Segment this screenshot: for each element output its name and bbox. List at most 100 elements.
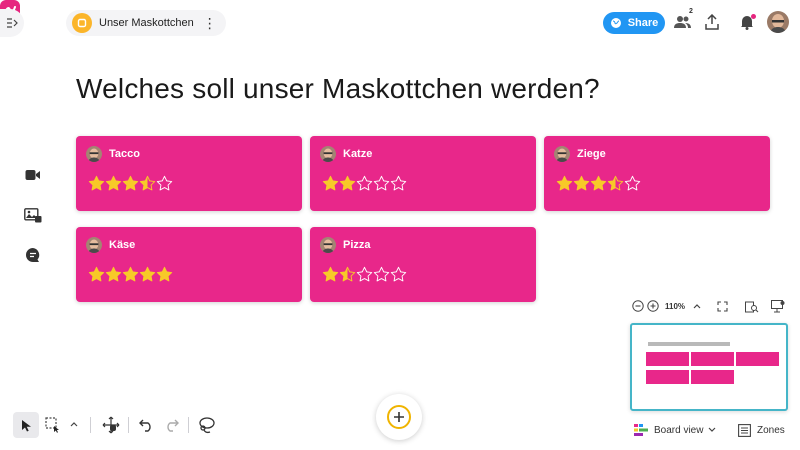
toolbar-divider (90, 417, 91, 433)
select-options-toggle[interactable] (69, 419, 79, 429)
zoom-in-button[interactable] (647, 300, 659, 312)
chevron-up-icon (693, 304, 701, 309)
present-icon (771, 300, 785, 313)
users-icon (674, 16, 691, 28)
star-icon[interactable] (122, 266, 139, 283)
star-icon[interactable] (373, 175, 390, 192)
undo-button[interactable] (137, 416, 155, 434)
area-select-button[interactable] (44, 416, 62, 434)
collaborators-count: 2 (689, 8, 693, 15)
star-icon[interactable] (322, 175, 339, 192)
card-avatar (86, 237, 102, 253)
star-icon[interactable] (88, 266, 105, 283)
star-icon[interactable] (339, 266, 356, 283)
fit-screen-button[interactable] (716, 300, 728, 312)
minimap-card (691, 352, 734, 366)
search-icon (745, 301, 759, 313)
video-button[interactable] (22, 164, 44, 186)
minimap[interactable] (630, 323, 788, 411)
star-icon[interactable] (139, 266, 156, 283)
star-rating[interactable] (556, 175, 641, 192)
chevron-down-icon (708, 427, 716, 432)
star-rating[interactable] (322, 266, 407, 283)
star-icon[interactable] (373, 266, 390, 283)
present-button[interactable] (771, 300, 785, 313)
zoom-in-icon (647, 300, 659, 312)
star-icon[interactable] (105, 175, 122, 192)
vote-card-katze[interactable]: Katze (310, 136, 536, 211)
star-icon[interactable] (590, 175, 607, 192)
zoom-out-button[interactable] (632, 300, 644, 312)
toolbar-divider (128, 417, 129, 433)
board-view-toggle[interactable] (707, 425, 717, 435)
minimap-card (646, 370, 689, 384)
star-icon[interactable] (322, 266, 339, 283)
card-name: Tacco (109, 148, 140, 160)
star-icon[interactable] (390, 266, 407, 283)
plus-icon (387, 405, 411, 429)
add-content-button[interactable] (376, 394, 422, 440)
fit-screen-icon (716, 300, 728, 312)
card-name: Katze (343, 148, 373, 160)
minimap-card (736, 352, 779, 366)
star-icon[interactable] (356, 266, 373, 283)
star-icon[interactable] (607, 175, 624, 192)
star-icon[interactable] (556, 175, 573, 192)
collaborators-button[interactable] (673, 13, 693, 31)
vote-card-kaese[interactable]: Käse (76, 227, 302, 302)
collapse-sidebar-button[interactable] (0, 9, 24, 37)
image-tool-button[interactable] (22, 204, 44, 226)
share-label: Share (627, 17, 659, 29)
star-rating[interactable] (88, 175, 173, 192)
search-board-button[interactable] (745, 300, 759, 313)
board-view-label[interactable]: Board view (654, 425, 703, 436)
page-title: Welches soll unser Maskottchen werden? (76, 73, 600, 104)
vote-card-ziege[interactable]: Ziege (544, 136, 770, 211)
zones-label[interactable]: Zones (757, 425, 785, 436)
chat-icon (26, 248, 40, 262)
star-icon[interactable] (139, 175, 156, 192)
upload-icon (705, 14, 719, 30)
select-tool-button[interactable] (13, 412, 39, 438)
vote-card-pizza[interactable]: Pizza (310, 227, 536, 302)
star-rating[interactable] (88, 266, 173, 283)
star-icon[interactable] (105, 266, 122, 283)
star-icon[interactable] (88, 175, 105, 192)
pan-tool-button[interactable] (101, 415, 121, 435)
zoom-level[interactable]: 110% (665, 302, 685, 311)
minimap-card (691, 370, 734, 384)
toolbar-divider (188, 417, 189, 433)
comments-button[interactable] (22, 244, 44, 266)
star-icon[interactable] (122, 175, 139, 192)
zoom-menu-toggle[interactable] (692, 301, 702, 311)
board-selector[interactable]: Unser Maskottchen ⋮ (66, 10, 226, 36)
star-icon[interactable] (339, 175, 356, 192)
zones-button[interactable] (737, 423, 751, 437)
star-icon[interactable] (156, 175, 173, 192)
redo-button[interactable] (162, 416, 180, 434)
notification-dot (751, 14, 756, 19)
card-avatar (320, 237, 336, 253)
export-button[interactable] (703, 12, 721, 32)
hand-icon (102, 416, 120, 434)
vote-card-tacco[interactable]: Tacco (76, 136, 302, 211)
zoom-out-icon (632, 300, 644, 312)
image-icon (24, 207, 42, 222)
more-icon[interactable]: ⋮ (201, 16, 217, 30)
board-title: Unser Maskottchen (99, 17, 194, 29)
lasso-tool-button[interactable] (197, 415, 217, 435)
star-icon[interactable] (156, 266, 173, 283)
user-avatar[interactable] (767, 11, 789, 33)
share-button[interactable]: Share (603, 12, 665, 34)
star-icon[interactable] (624, 175, 641, 192)
board-view-icon (634, 424, 648, 436)
star-rating[interactable] (322, 175, 407, 192)
card-name: Pizza (343, 239, 371, 251)
video-icon (25, 170, 40, 180)
globe-icon (610, 18, 621, 28)
star-icon[interactable] (573, 175, 590, 192)
minimap-title-block (648, 342, 730, 346)
card-avatar (86, 146, 102, 162)
star-icon[interactable] (356, 175, 373, 192)
star-icon[interactable] (390, 175, 407, 192)
